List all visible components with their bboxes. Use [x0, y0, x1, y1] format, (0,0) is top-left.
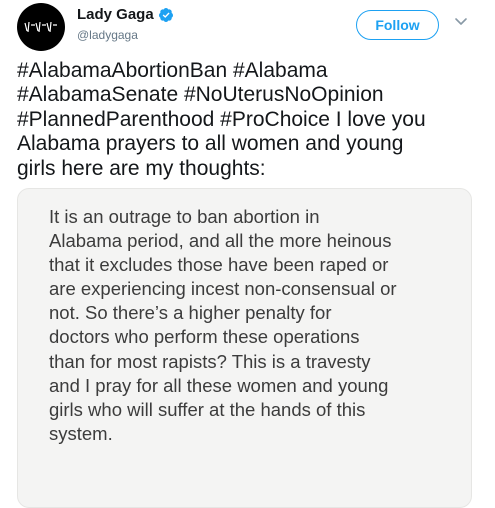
display-name[interactable]: Lady Gaga [77, 6, 154, 23]
note-text: It is an outrage to ban abortion in Alab… [49, 205, 469, 446]
tweet-text-line: #AlabamaAbortionBan #Alabama [17, 59, 328, 82]
tweet-text-line: girls here are my thoughts: [17, 156, 266, 180]
account-handle[interactable]: @ladygaga [77, 28, 138, 42]
tweet-text-line: #AlabamaSenate #NoUterusNoOpinion [17, 83, 384, 107]
tweet-text: #AlabamaAbortionBan #Alabama #AlabamaSen… [17, 59, 487, 181]
avatar[interactable] [17, 3, 65, 51]
note-text-line: system. [49, 422, 113, 444]
note-text-line: not. So there’s a higher penalty for [49, 302, 332, 324]
note-text-line: and I pray for all these women and young [49, 374, 389, 396]
tweet-card: Lady Gaga @ladygaga Follow #AlabamaAbort… [0, 0, 495, 508]
note-text-line: girls who will suffer at the hands of th… [49, 398, 366, 420]
attached-note-image[interactable]: It is an outrage to ban abortion in Alab… [17, 188, 472, 508]
note-text-line: Alabama period, and all the more heinous [49, 230, 392, 252]
tweet-text-line: #PlannedParenthood #ProChoice I love you [17, 107, 426, 131]
tweet-text-line: Alabama prayers to all women and young [17, 132, 404, 156]
chevron-down-icon[interactable] [454, 16, 468, 28]
display-name-row[interactable]: Lady Gaga [77, 6, 174, 23]
note-text-line: are experiencing incest non-consensual o… [49, 278, 397, 300]
follow-button[interactable]: Follow [356, 10, 439, 40]
verified-badge-icon [158, 7, 173, 22]
note-text-line: doctors who perform these operations [49, 326, 360, 348]
note-text-line: It is an outrage to ban abortion in [49, 206, 320, 227]
note-text-line: than for most rapists? This is a travest… [49, 350, 371, 372]
note-text-line: that it excludes those have been raped o… [49, 254, 389, 276]
avatar-icon [24, 21, 57, 33]
